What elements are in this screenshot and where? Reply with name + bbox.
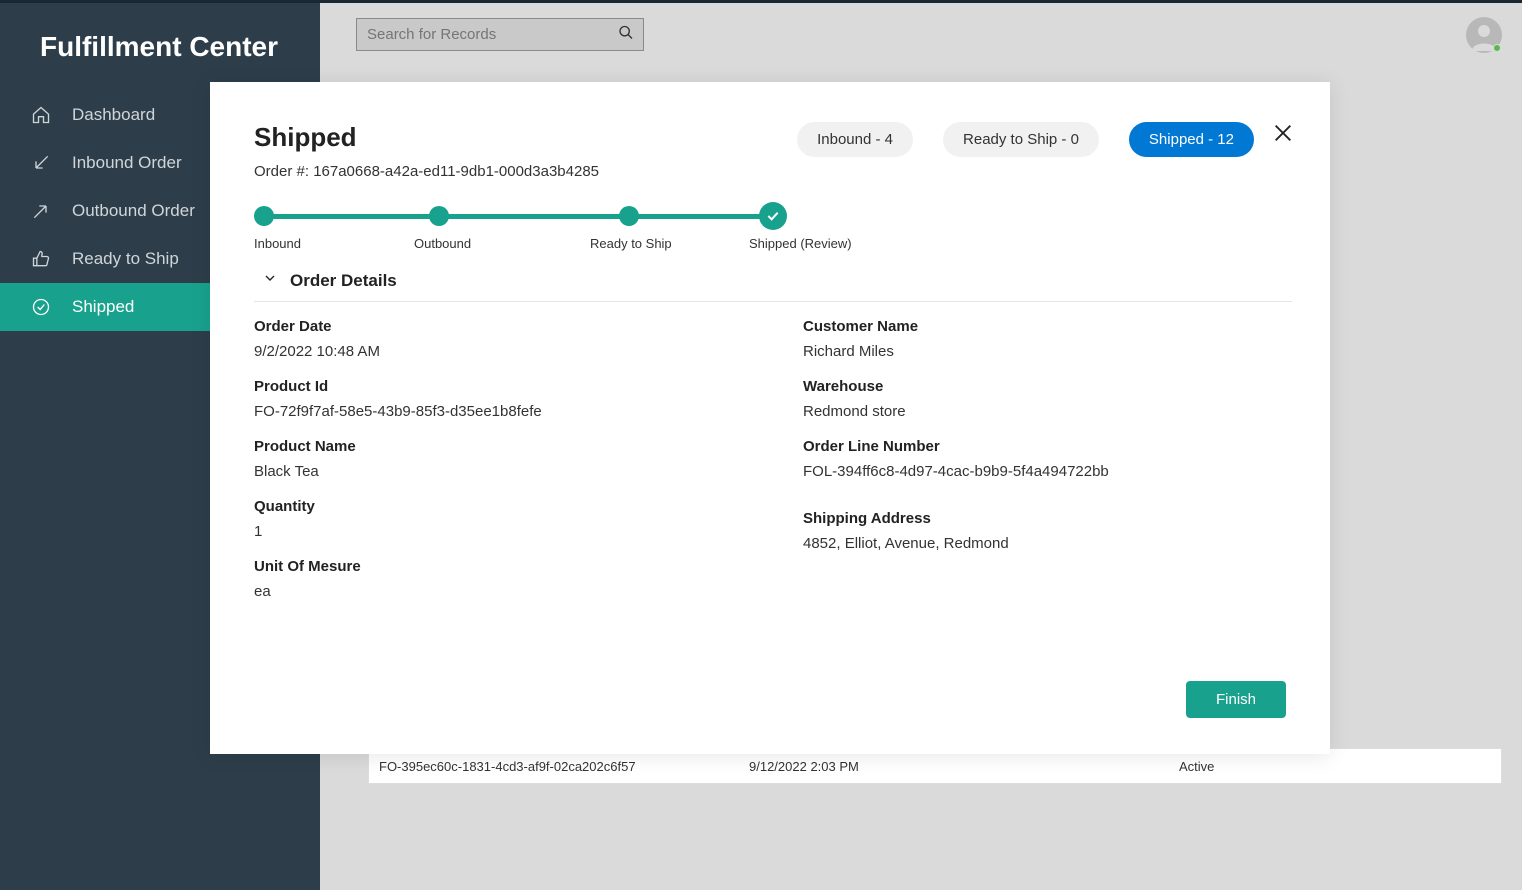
chevron-down-icon <box>262 270 278 291</box>
sidebar-item-label: Shipped <box>72 297 134 317</box>
step-outbound <box>429 206 449 226</box>
field-label: Order Date <box>254 318 743 335</box>
field-label: Unit Of Mesure <box>254 558 743 575</box>
arrow-out-icon <box>30 200 52 222</box>
field-label: Product Name <box>254 438 743 455</box>
step-inbound <box>254 206 274 226</box>
pill-ready-to-ship[interactable]: Ready to Ship - 0 <box>943 122 1099 157</box>
presence-dot <box>1493 44 1501 52</box>
field-value: Redmond store <box>803 403 1292 420</box>
section-title: Order Details <box>290 271 397 291</box>
field-label: Product Id <box>254 378 743 395</box>
finish-button[interactable]: Finish <box>1186 681 1286 718</box>
sidebar-item-label: Outbound Order <box>72 201 195 221</box>
field-value: FOL-394ff6c8-4d97-4cac-b9b9-5f4a494722bb <box>803 463 1292 480</box>
order-number: Order #: 167a0668-a42a-ed11-9db1-000d3a3… <box>254 163 1292 180</box>
field-value: 4852, Elliot, Avenue, Redmond <box>803 535 1292 552</box>
field-label: Warehouse <box>803 378 1292 395</box>
field-label: Customer Name <box>803 318 1292 335</box>
row-date: 9/12/2022 2:03 PM <box>749 759 1179 774</box>
field-value: 9/2/2022 10:48 AM <box>254 343 743 360</box>
thumbs-up-icon <box>30 248 52 270</box>
field-value: 1 <box>254 523 743 540</box>
field-label: Quantity <box>254 498 743 515</box>
step-ready-to-ship <box>619 206 639 226</box>
field-value: Richard Miles <box>803 343 1292 360</box>
order-detail-modal: Shipped Order #: 167a0668-a42a-ed11-9db1… <box>210 82 1330 754</box>
search-icon <box>618 24 634 45</box>
row-status: Active <box>1179 759 1214 774</box>
home-icon <box>30 104 52 126</box>
search-input[interactable] <box>356 18 644 51</box>
section-header[interactable]: Order Details <box>254 266 1292 302</box>
progress-stepper: Inbound Outbound Ready to Ship Shipped (… <box>254 206 854 256</box>
field-value: Black Tea <box>254 463 743 480</box>
arrow-in-icon <box>30 152 52 174</box>
field-label: Order Line Number <box>803 438 1292 455</box>
field-value: FO-72f9f7af-58e5-43b9-85f3-d35ee1b8fefe <box>254 403 743 420</box>
app-title: Fulfillment Center <box>0 3 320 91</box>
sidebar-item-label: Ready to Ship <box>72 249 179 269</box>
sidebar-item-label: Inbound Order <box>72 153 182 173</box>
pill-shipped[interactable]: Shipped - 12 <box>1129 122 1254 157</box>
sidebar-item-label: Dashboard <box>72 105 155 125</box>
field-value: ea <box>254 583 743 600</box>
field-label: Shipping Address <box>803 510 1292 527</box>
pill-inbound[interactable]: Inbound - 4 <box>797 122 913 157</box>
avatar[interactable] <box>1466 17 1502 53</box>
row-id: FO-395ec60c-1831-4cd3-af9f-02ca202c6f57 <box>369 759 749 774</box>
check-circle-icon <box>30 296 52 318</box>
step-shipped <box>759 202 787 230</box>
